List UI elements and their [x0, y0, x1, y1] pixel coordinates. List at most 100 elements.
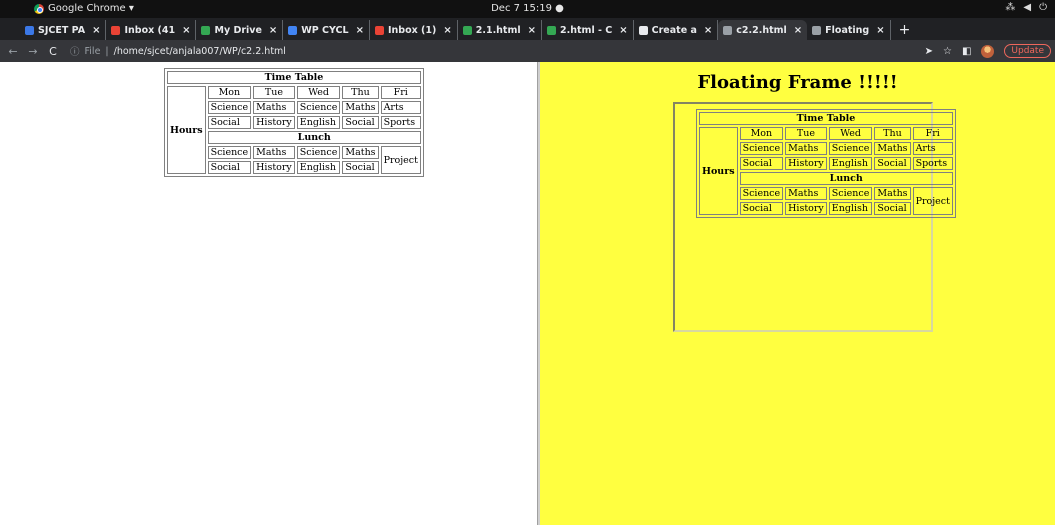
- tab-close-icon[interactable]: ×: [876, 25, 884, 36]
- hours-header: Hours: [699, 127, 738, 215]
- subject-cell: Social: [739, 157, 784, 170]
- tab-label: 2.html - C: [560, 24, 613, 36]
- right-frame: Floating Frame !!!!! Time Table Hours Mon T…: [540, 62, 1055, 525]
- drive-icon: [462, 25, 472, 35]
- tab-close-icon[interactable]: ×: [356, 25, 364, 36]
- subject-cell: History: [253, 116, 295, 129]
- globe-icon: [812, 25, 822, 35]
- subject-cell: Arts: [380, 101, 421, 114]
- subject-cell: Maths: [874, 187, 911, 200]
- drive-icon: [547, 25, 557, 35]
- tab-7[interactable]: Create a ×: [634, 20, 719, 40]
- tab-close-icon[interactable]: ×: [704, 25, 712, 36]
- subject-cell: Maths: [342, 146, 379, 159]
- subject-cell: Social: [207, 116, 252, 129]
- tab-3[interactable]: WP CYCL ×: [283, 20, 370, 40]
- tab-close-icon[interactable]: ×: [619, 25, 627, 36]
- subject-cell: Social: [342, 161, 379, 174]
- left-frame-timetable: Time Table Hours Mon Tue Wed Thu Fri Science Mat…: [164, 68, 424, 177]
- day-header: Fri: [380, 86, 421, 99]
- chrome-icon: [638, 25, 648, 35]
- lunch-row: Lunch: [207, 131, 421, 144]
- tab-strip: SJCET PA × Inbox (41 × My Drive × WP CYCL × Inbo…: [0, 18, 1055, 40]
- tab-close-icon[interactable]: ×: [269, 25, 277, 36]
- gmail-icon: [111, 25, 121, 35]
- power-icon: ⏻: [1039, 2, 1047, 13]
- gmail-icon: [374, 25, 384, 35]
- cast-icon[interactable]: ➤: [925, 46, 933, 57]
- new-tab-button[interactable]: +: [891, 20, 919, 40]
- back-arrow-icon[interactable]: ←: [6, 45, 20, 58]
- subject-cell: English: [828, 157, 873, 170]
- subject-cell: Social: [874, 202, 911, 215]
- day-header: Wed: [296, 86, 341, 99]
- tab-close-icon[interactable]: ×: [182, 25, 190, 36]
- tab-label: Inbox (41: [124, 24, 176, 36]
- tab-close-icon[interactable]: ×: [92, 25, 100, 36]
- day-header: Tue: [785, 127, 827, 140]
- subject-cell: Science: [207, 146, 252, 159]
- tab-5[interactable]: 2.1.html ×: [458, 20, 543, 40]
- hours-header: Hours: [167, 86, 206, 174]
- lunch-row: Lunch: [739, 172, 953, 185]
- timetable-title: Time Table: [167, 71, 421, 84]
- volume-icon: ◀: [1023, 2, 1032, 13]
- tab-6[interactable]: 2.html - C ×: [542, 20, 634, 40]
- subject-cell: English: [828, 202, 873, 215]
- page-content: Time Table Hours Mon Tue Wed Thu Fri Science Mat…: [0, 62, 1055, 525]
- tab-label: 2.1.html: [475, 24, 521, 36]
- timetable: Time Table Hours Mon Tue Wed Thu Fri Science Mat…: [696, 109, 956, 218]
- tab-close-icon[interactable]: ×: [443, 25, 451, 36]
- day-header: Wed: [828, 127, 873, 140]
- bookmark-star-icon[interactable]: ☆: [943, 46, 952, 57]
- address-separator: |: [105, 45, 109, 57]
- subject-cell: Science: [207, 101, 252, 114]
- update-button[interactable]: Update: [1004, 44, 1051, 58]
- subject-cell: Science: [739, 187, 784, 200]
- forward-arrow-icon[interactable]: →: [26, 45, 40, 58]
- system-tray[interactable]: ⁂ ◀ ⏻: [1005, 2, 1047, 13]
- subject-cell: Maths: [785, 187, 827, 200]
- clock[interactable]: Dec 7 15:19 ●: [0, 3, 1055, 14]
- subject-cell: History: [785, 202, 827, 215]
- subject-cell: English: [296, 161, 341, 174]
- tab-close-icon[interactable]: ×: [528, 25, 536, 36]
- subject-cell: History: [253, 161, 295, 174]
- site-info-icon[interactable]: ⓘ: [70, 44, 80, 58]
- day-header: Tue: [253, 86, 295, 99]
- subject-cell: Social: [207, 161, 252, 174]
- timetable-title: Time Table: [699, 112, 953, 125]
- tab-label: My Drive: [214, 24, 262, 36]
- subject-cell: Social: [342, 116, 379, 129]
- address-scheme: File: [84, 45, 101, 57]
- subject-cell: Maths: [785, 142, 827, 155]
- drive-icon: [201, 25, 211, 35]
- sjcet-icon: [25, 25, 34, 35]
- tab-label: Inbox (1): [387, 24, 437, 36]
- tab-8[interactable]: c2.2.html ×: [718, 20, 808, 40]
- tab-label: SJCET PA: [38, 24, 86, 36]
- tab-4[interactable]: Inbox (1) ×: [370, 20, 458, 40]
- subject-cell: Maths: [253, 101, 295, 114]
- tab-label: c2.2.html: [736, 24, 787, 36]
- reload-icon[interactable]: C: [46, 45, 60, 58]
- floating-frame-heading: Floating Frame !!!!!: [697, 72, 898, 93]
- subject-cell: History: [785, 157, 827, 170]
- subject-cell: Maths: [874, 142, 911, 155]
- tab-9[interactable]: Floating ×: [807, 20, 891, 40]
- subject-cell: Sports: [912, 157, 953, 170]
- profile-avatar[interactable]: [981, 44, 995, 58]
- browser-toolbar: ← → C ⓘ File | /home/sjcet/anjala007/WP/…: [0, 40, 1055, 62]
- address-bar[interactable]: ⓘ File | /home/sjcet/anjala007/WP/c2.2.h…: [70, 44, 286, 59]
- day-header: Thu: [342, 86, 379, 99]
- tab-0[interactable]: SJCET PA ×: [20, 20, 107, 40]
- floating-iframe[interactable]: Time Table Hours Mon Tue Wed Thu Fri Science Mat…: [673, 102, 956, 332]
- tab-2[interactable]: My Drive ×: [196, 20, 284, 40]
- globe-icon: [723, 25, 733, 35]
- side-panel-icon[interactable]: ◧: [962, 46, 971, 57]
- tab-label: WP CYCL: [301, 24, 349, 36]
- tab-close-icon[interactable]: ×: [794, 25, 802, 36]
- subject-cell: Science: [296, 101, 341, 114]
- tab-1[interactable]: Inbox (41 ×: [106, 20, 197, 40]
- address-path[interactable]: /home/sjcet/anjala007/WP/c2.2.html: [114, 46, 286, 57]
